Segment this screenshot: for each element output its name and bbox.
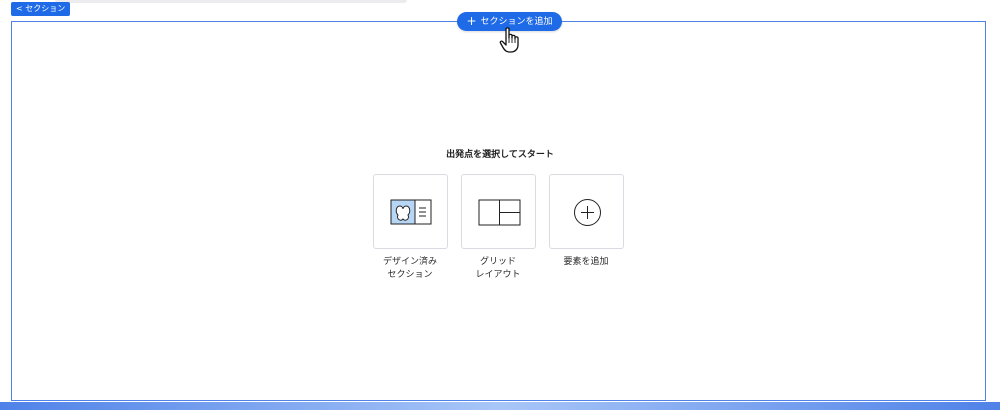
grid-layout-icon: [478, 199, 521, 226]
designed-section-card[interactable]: [373, 174, 448, 249]
start-prompt: 出発点を選択してスタート: [446, 150, 554, 160]
toolbar-shadow: [55, 0, 407, 3]
designed-section-icon: [390, 199, 432, 225]
add-element-label: 要素を追加: [563, 257, 609, 267]
plus-icon: +: [466, 14, 477, 28]
hand-cursor-icon: [499, 27, 519, 53]
grid-layout-label: グリッド レイアウト: [475, 257, 521, 280]
designed-section-label: デザイン済み セクション: [382, 257, 437, 280]
section-tag[interactable]: < セクション: [11, 2, 71, 16]
add-element-card[interactable]: [549, 174, 624, 249]
next-section-strip: [0, 402, 1000, 410]
add-element-icon: [574, 199, 601, 226]
grid-layout-card[interactable]: [461, 174, 536, 249]
